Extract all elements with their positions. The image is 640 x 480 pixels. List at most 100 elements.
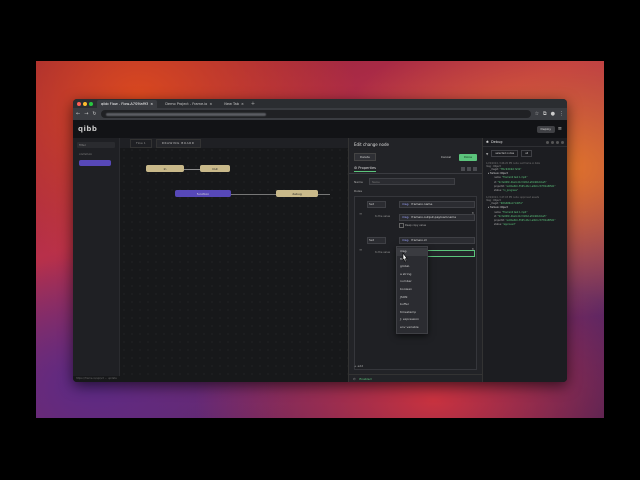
delete-button[interactable]: Delete xyxy=(354,153,376,161)
settings-icon[interactable] xyxy=(473,167,477,171)
type-option[interactable]: a string xyxy=(397,271,427,279)
property-value: frameio.id xyxy=(411,238,427,242)
workspace-tabs: Flow 1 DRAWING BOARD xyxy=(120,138,348,148)
appearance-icon[interactable] xyxy=(467,167,471,171)
node-label: In xyxy=(163,166,167,171)
field-key: id xyxy=(494,214,497,218)
profile-icon[interactable]: ● xyxy=(551,111,555,117)
browser-window: qibb Flow - Flow-A7S9laf93 × Demo Project… xyxy=(73,99,567,382)
flow-node[interactable]: In xyxy=(146,165,184,172)
delete-rule-icon[interactable]: ✕ xyxy=(471,211,474,215)
star-icon[interactable]: ☆ xyxy=(535,111,539,117)
type-prefix[interactable]: msg. xyxy=(402,238,409,242)
info-icon[interactable] xyxy=(546,140,549,144)
config-icon[interactable] xyxy=(556,140,559,144)
to-value-label: to the value xyxy=(375,215,391,218)
forward-icon[interactable]: → xyxy=(84,111,88,117)
type-option[interactable]: global. xyxy=(397,263,427,271)
message-field: status: "approved" xyxy=(494,223,516,227)
minimize-window-button[interactable] xyxy=(83,101,87,106)
cancel-button[interactable]: Cancel xyxy=(437,154,455,160)
field-key: status xyxy=(494,223,502,227)
hamburger-icon[interactable]: ≡ xyxy=(558,126,562,132)
tab-properties[interactable]: ⚙ Properties xyxy=(354,166,376,172)
description-icon[interactable] xyxy=(461,167,465,171)
window-controls xyxy=(77,101,93,106)
tab-flow-1[interactable]: Flow 1 xyxy=(130,138,152,148)
type-option[interactable]: buffer xyxy=(397,301,427,309)
drag-handle-icon[interactable]: ≡ xyxy=(359,211,362,216)
deep-copy-checkbox[interactable] xyxy=(399,223,404,228)
rule-action-select[interactable]: Set xyxy=(367,237,386,244)
debug-message[interactable]: 1/22/2024, 3:47:03 PM node: approved ass… xyxy=(486,196,564,227)
debug-filter-select[interactable]: selected nodes xyxy=(491,150,519,157)
deep-copy-label: Deep copy value xyxy=(405,224,426,227)
palette-search-input[interactable]: filter xyxy=(77,142,115,148)
browser-tabbar: qibb Flow - Flow-A7S9laf93 × Demo Project… xyxy=(73,99,567,108)
reload-icon[interactable]: ↻ xyxy=(92,111,96,117)
more-icon[interactable]: ⋮ xyxy=(559,111,564,117)
node-palette: filter common xyxy=(73,138,120,382)
debug-message[interactable]: 1/22/2024, 3:46:20 PM node: set frame.io… xyxy=(486,162,564,193)
palette-node[interactable] xyxy=(79,160,111,166)
type-option[interactable]: env variable xyxy=(397,324,427,332)
message-field: status: "in_progress" xyxy=(494,189,518,193)
back-icon[interactable]: ← xyxy=(76,111,80,117)
tab-title: New Tab xyxy=(224,101,239,106)
tray-title: Edit change node xyxy=(354,142,389,147)
qibb-logo: qibb xyxy=(78,125,98,133)
browser-tab-newtab[interactable]: New Tab × xyxy=(220,100,248,108)
tab-drawing-board[interactable]: DRAWING BOARD xyxy=(155,138,201,148)
name-input[interactable] xyxy=(368,178,455,185)
browser-tab-frameio[interactable]: Demo Project - Frame.io × xyxy=(161,100,216,108)
sidebar-tab-icons xyxy=(546,140,564,144)
type-option[interactable]: timestamp xyxy=(397,309,427,317)
address-bar[interactable] xyxy=(100,110,531,118)
type-prefix[interactable]: msg. xyxy=(402,202,409,206)
tab-title: qibb Flow - Flow-A7S9laf93 xyxy=(101,101,149,106)
rule-value-input[interactable]: msg. frameio.output.payload.name xyxy=(399,214,475,221)
power-icon[interactable]: ⏻ xyxy=(353,377,355,381)
node-label: debug xyxy=(292,191,302,196)
flow-workspace[interactable]: Flow 1 DRAWING BOARD In Out function deb… xyxy=(120,138,348,382)
rule-action-select[interactable]: Set xyxy=(367,201,386,208)
debug-title: Debug xyxy=(490,140,503,144)
to-value-label: to the value xyxy=(375,251,391,254)
name-field: Name xyxy=(354,178,477,185)
type-option[interactable]: boolean xyxy=(397,286,427,294)
rule-property-input[interactable]: msg. frameio.id xyxy=(399,237,475,244)
flow-node[interactable]: function xyxy=(175,190,231,197)
deep-copy-option[interactable]: Deep copy value xyxy=(399,223,426,228)
type-prefix[interactable]: msg. xyxy=(402,215,409,219)
tab-label: Properties xyxy=(358,166,376,170)
new-tab-button[interactable]: + xyxy=(251,101,255,107)
flow-node[interactable]: debug xyxy=(276,190,318,197)
done-button[interactable]: Done xyxy=(459,153,477,161)
field-value: "in_progress" xyxy=(502,189,518,193)
close-tab-icon[interactable]: × xyxy=(150,102,153,106)
add-rule-button[interactable]: + add xyxy=(354,364,363,368)
extensions-icon[interactable]: ⧉ xyxy=(543,111,547,117)
zoom-window-button[interactable] xyxy=(89,101,93,106)
drag-handle-icon[interactable]: ≡ xyxy=(359,247,362,252)
close-tab-icon[interactable]: × xyxy=(209,102,212,106)
help-icon[interactable] xyxy=(551,140,554,144)
field-key: _msgid xyxy=(490,168,499,171)
type-option[interactable]: J: expression xyxy=(397,316,427,324)
type-option[interactable]: JSON xyxy=(397,294,427,302)
palette-category[interactable]: common xyxy=(79,152,113,156)
close-tab-icon[interactable]: × xyxy=(241,102,244,106)
mouse-cursor-icon xyxy=(402,252,408,263)
flow-node[interactable]: Out xyxy=(200,165,230,172)
delete-rule-icon[interactable]: ✕ xyxy=(471,247,474,251)
rule-property-input[interactable]: msg. frameio.name xyxy=(399,201,475,208)
deploy-button[interactable]: Deploy xyxy=(536,125,555,133)
close-window-button[interactable] xyxy=(77,101,81,106)
debug-filter-bar: ▼ selected nodes all xyxy=(483,147,567,160)
browser-tab-qibb[interactable]: qibb Flow - Flow-A7S9laf93 × xyxy=(97,99,158,108)
value-text: frameio.output.payload.name xyxy=(411,215,457,219)
context-icon[interactable] xyxy=(561,140,564,144)
debug-clear-select[interactable]: all xyxy=(521,150,533,157)
type-option[interactable]: number xyxy=(397,278,427,286)
field-value: Object xyxy=(500,172,508,176)
